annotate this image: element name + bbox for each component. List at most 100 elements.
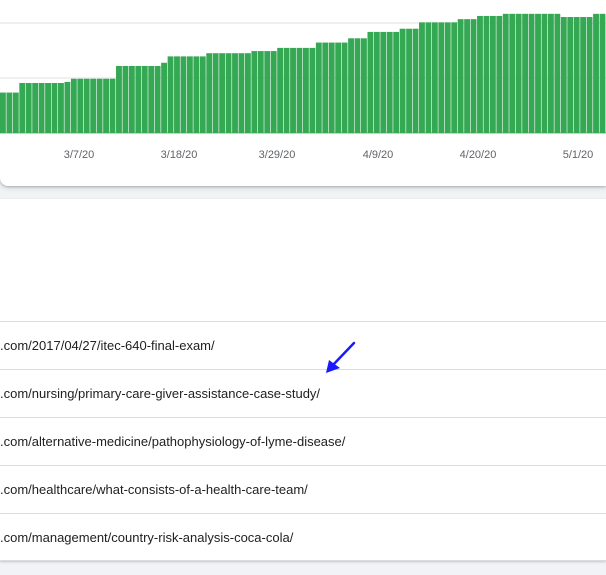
table-row[interactable]: .com/healthcare/what-consists-of-a-healt… (0, 465, 606, 513)
bar (109, 78, 116, 133)
bar (141, 65, 148, 133)
chart-card: 3/7/20 3/18/20 3/29/20 4/9/20 4/20/20 5/… (0, 0, 606, 186)
bar (554, 13, 561, 133)
url-cell[interactable]: .com/nursing/primary-care-giver-assistan… (0, 386, 320, 401)
bar (470, 19, 477, 133)
bar (380, 31, 387, 134)
x-tick-labels: 3/7/20 3/18/20 3/29/20 4/9/20 4/20/20 5/… (64, 149, 594, 161)
bar (12, 92, 19, 133)
bar (431, 22, 438, 134)
bar (509, 13, 516, 133)
bar (199, 56, 206, 133)
bar (580, 17, 587, 133)
bar (264, 51, 271, 133)
bar (489, 15, 496, 134)
table-row[interactable]: .com/nursing/primary-care-giver-assistan… (0, 369, 606, 417)
bar (154, 65, 161, 133)
table-row[interactable]: .com/2017/04/27/itec-640-final-exam/ (0, 321, 606, 369)
bar (335, 42, 342, 134)
bar (354, 38, 361, 133)
bar (496, 15, 503, 134)
bar (251, 51, 258, 133)
bar (296, 47, 303, 133)
bar (58, 82, 64, 133)
bar (406, 28, 412, 134)
bar (90, 78, 97, 133)
url-table: .com/2017/04/27/itec-640-final-exam/ .co… (0, 321, 606, 561)
bar (174, 56, 180, 133)
bar (206, 53, 213, 134)
x-tick-label: 4/20/20 (460, 149, 497, 161)
arrow-head (326, 360, 340, 373)
bar (541, 13, 548, 133)
bar (361, 38, 367, 133)
bar (45, 82, 51, 133)
bar (193, 56, 200, 133)
bar (593, 13, 599, 133)
bar (212, 53, 219, 134)
bar (341, 42, 348, 134)
bar (419, 22, 425, 134)
bar (51, 82, 58, 133)
url-cell[interactable]: .com/healthcare/what-consists-of-a-healt… (0, 482, 308, 497)
bar (328, 42, 335, 134)
bar (270, 51, 277, 133)
bar (412, 28, 419, 134)
bar (6, 92, 13, 133)
bar (322, 42, 329, 134)
x-tick-label: 5/1/20 (563, 149, 594, 161)
bars-group (0, 13, 606, 134)
bar (522, 13, 529, 133)
bar (457, 19, 464, 133)
bar (219, 53, 226, 134)
bar (348, 38, 354, 133)
bar (277, 47, 284, 133)
url-cell[interactable]: .com/management/country-risk-analysis-co… (0, 530, 293, 545)
arrow-shaft (330, 341, 356, 368)
bar (116, 65, 122, 133)
table-row[interactable]: .com/alternative-medicine/pathophysiolog… (0, 417, 606, 465)
bar (560, 17, 567, 133)
bar (257, 51, 264, 133)
bar (32, 82, 39, 133)
bar (161, 62, 168, 133)
bar (303, 47, 309, 133)
bar (38, 82, 45, 133)
bar (567, 17, 574, 133)
bar (315, 42, 322, 134)
bar-chart: 3/7/20 3/18/20 3/29/20 4/9/20 4/20/20 5/… (0, 13, 606, 161)
url-cell[interactable]: .com/alternative-medicine/pathophysiolog… (0, 434, 345, 449)
bar (283, 47, 290, 133)
bar (464, 19, 471, 133)
bar (502, 13, 509, 133)
bar (244, 53, 251, 134)
bar (77, 78, 84, 133)
bar (128, 65, 135, 133)
bar (238, 53, 245, 134)
bar (425, 22, 432, 134)
url-cell[interactable]: .com/2017/04/27/itec-640-final-exam/ (0, 338, 215, 353)
bar (122, 65, 129, 133)
bar (528, 13, 535, 133)
table-row[interactable]: .com/management/country-risk-analysis-co… (0, 513, 606, 561)
bar (70, 78, 77, 133)
bar (19, 82, 26, 133)
bar (451, 22, 458, 134)
bar (309, 47, 316, 133)
bar (573, 17, 580, 133)
bar (477, 15, 483, 134)
bar (64, 81, 71, 133)
bar (483, 15, 490, 134)
bar (103, 78, 109, 133)
bar (444, 22, 451, 134)
annotation-arrow-icon (326, 341, 356, 373)
bar (399, 28, 406, 134)
bar (148, 65, 155, 133)
bar (393, 31, 400, 134)
bar (180, 56, 187, 133)
x-tick-label: 4/9/20 (363, 149, 394, 161)
bar (515, 13, 522, 133)
bar (386, 31, 393, 134)
bar (225, 53, 232, 134)
bar (186, 56, 193, 133)
